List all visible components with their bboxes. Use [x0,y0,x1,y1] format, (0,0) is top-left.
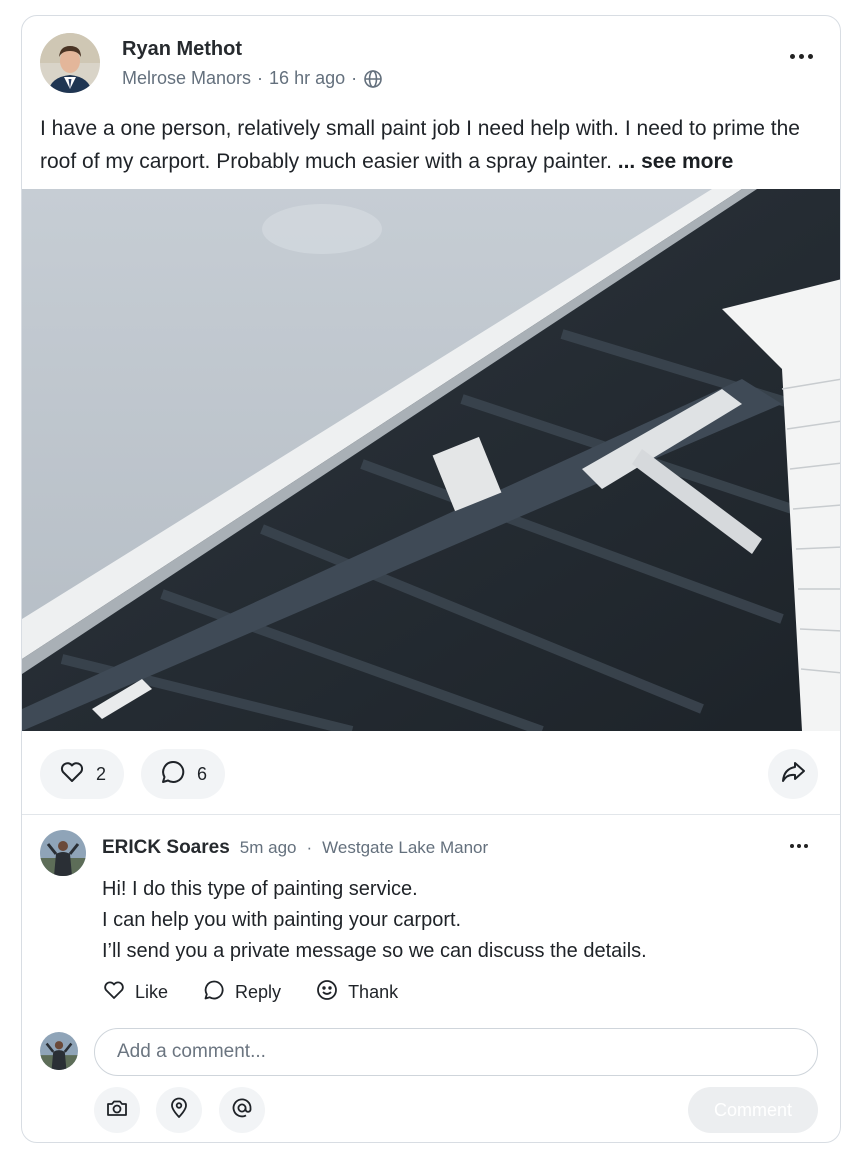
post-options-icon[interactable] [786,44,816,68]
share-button[interactable] [768,749,818,799]
comment-line: I’ll send you a private message so we ca… [102,940,647,962]
see-more-link[interactable]: ... see more [618,150,734,173]
comment-thank-button[interactable]: Thank [315,978,398,1007]
comment-actions: Like Reply Thank [102,978,398,1007]
like-count: 2 [96,763,107,784]
commenter-neighborhood[interactable]: Westgate Lake Manor [322,838,488,858]
author-avatar[interactable] [40,33,100,93]
speech-bubble-icon [202,978,226,1007]
like-button[interactable]: 2 [40,749,125,799]
post-header: Ryan Methot Melrose Manors · 16 hr ago · [22,16,840,114]
post-meta: Melrose Manors · 16 hr ago · [122,68,383,89]
comment-header: ERICK Soares 5m ago · Westgate Lake Mano… [102,837,488,859]
post-time[interactable]: 16 hr ago [269,68,345,89]
meta-separator: · [306,838,313,857]
post-photo[interactable] [22,189,840,731]
comment-line: I can help you with painting your carpor… [102,909,462,931]
submit-comment-button[interactable]: Comment [688,1087,818,1133]
meta-separator: · [351,68,358,88]
commenter-avatar[interactable] [40,830,86,876]
divider [22,814,840,815]
speech-bubble-icon [159,758,187,791]
comment-time: 5m ago [239,838,297,857]
mention-button[interactable] [219,1087,265,1133]
thank-label: Thank [348,982,399,1002]
share-arrow-icon [779,758,807,791]
comment-line: Hi! I do this type of painting service. [102,878,418,900]
location-pin-icon [167,1096,191,1125]
heart-icon [102,978,126,1007]
heart-icon [58,758,86,791]
meta-separator: · [257,68,264,88]
composer-avatar [40,1032,78,1070]
commenter-name[interactable]: ERICK Soares [102,837,230,859]
like-label: Like [135,982,169,1002]
comment-input[interactable] [94,1028,818,1076]
add-location-button[interactable] [156,1087,202,1133]
add-photo-button[interactable] [94,1087,140,1133]
globe-icon [363,69,383,89]
comment-count-button[interactable]: 6 [141,749,226,799]
author-name[interactable]: Ryan Methot [122,38,242,61]
reply-label: Reply [235,982,282,1002]
smiley-icon [315,978,339,1007]
author-neighborhood[interactable]: Melrose Manors [122,68,251,89]
reaction-bar: 2 6 [22,749,840,801]
at-sign-icon [230,1096,254,1125]
post-card: Ryan Methot Melrose Manors · 16 hr ago ·… [21,15,841,1143]
comment-reply-button[interactable]: Reply [202,978,281,1007]
camera-icon [105,1096,129,1125]
comment-count: 6 [197,763,208,784]
comment-text: Hi! I do this type of painting service. … [102,874,647,967]
post-body: I have a one person, relatively small pa… [40,112,830,178]
comment-like-button[interactable]: Like [102,978,168,1007]
comment-options-icon[interactable] [790,839,816,853]
